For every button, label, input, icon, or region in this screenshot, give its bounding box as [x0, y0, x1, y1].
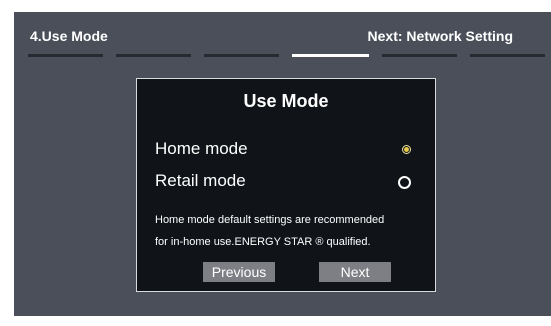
mode-description: Home mode default settings are recommend…	[155, 209, 427, 253]
home-mode-radio[interactable]	[402, 145, 411, 154]
progress-step-1	[28, 54, 103, 57]
setup-screen: 4.Use Mode Next: Network Setting Use Mod…	[14, 12, 551, 316]
progress-step-5	[382, 54, 457, 57]
retail-mode-label: Retail mode	[155, 171, 246, 190]
home-mode-label: Home mode	[155, 139, 248, 158]
current-step-title: 4.Use Mode	[30, 28, 108, 44]
next-button[interactable]: Next	[319, 262, 391, 282]
home-mode-option[interactable]: Home mode	[155, 139, 417, 163]
next-step-label: Next: Network Setting	[367, 28, 513, 44]
dialog-title: Use Mode	[243, 91, 329, 111]
use-mode-dialog: Use Mode Home mode Retail mode Home mode…	[136, 78, 436, 292]
retail-mode-radio[interactable]	[398, 176, 411, 189]
progress-step-4	[292, 54, 369, 57]
progress-step-2	[116, 54, 191, 57]
description-line-2: for in-home use.ENERGY STAR ® qualified.	[155, 236, 371, 248]
description-line-1: Home mode default settings are recommend…	[155, 214, 385, 226]
previous-button[interactable]: Previous	[203, 262, 275, 282]
retail-mode-option[interactable]: Retail mode	[155, 171, 417, 195]
progress-step-3	[204, 54, 279, 57]
progress-step-6	[470, 54, 545, 57]
